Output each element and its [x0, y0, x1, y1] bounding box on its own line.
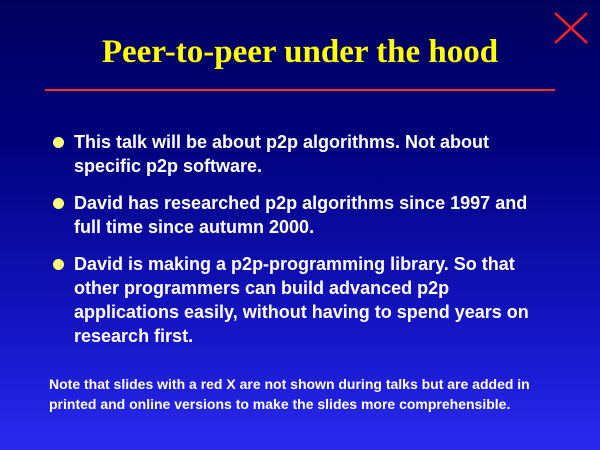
slide-title: Peer-to-peer under the hood	[101, 34, 499, 70]
close-icon-graphic	[554, 12, 588, 44]
bullet-text: David has researched p2p algorithms sinc…	[74, 193, 528, 237]
bullet-text: This talk will be about p2p algorithms. …	[74, 132, 490, 176]
bullet-dot-icon	[53, 137, 64, 148]
bullet-item: David has researched p2p algorithms sinc…	[53, 191, 553, 239]
bullet-item: David is making a p2p-programming librar…	[53, 252, 553, 348]
bullet-item: This talk will be about p2p algorithms. …	[53, 130, 553, 178]
bullet-dot-icon	[53, 259, 64, 270]
close-icon[interactable]	[552, 10, 590, 46]
slide: Peer-to-peer under the hood This talk wi…	[0, 0, 600, 450]
slide-note: Note that slides with a red X are not sh…	[49, 376, 530, 412]
bullet-dot-icon	[53, 198, 64, 209]
title-divider	[45, 89, 555, 91]
bullet-list: This talk will be about p2p algorithms. …	[53, 130, 553, 361]
bullet-text: David is making a p2p-programming librar…	[74, 254, 529, 346]
